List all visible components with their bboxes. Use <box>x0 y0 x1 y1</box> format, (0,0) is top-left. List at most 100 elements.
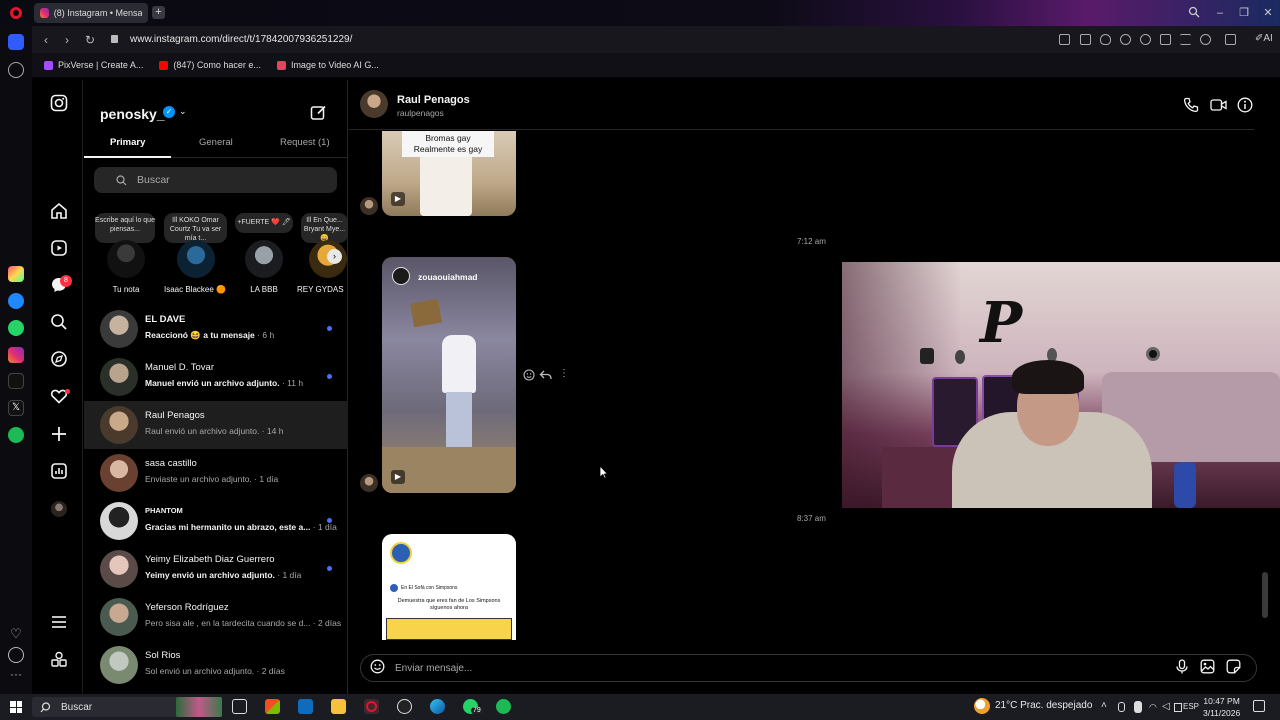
home-speed-dial-icon[interactable] <box>8 34 24 50</box>
conversation-item-selected[interactable]: Raul Penagos Raul envió un archivo adjun… <box>84 401 348 449</box>
reply-icon[interactable] <box>539 369 552 381</box>
taskbar-search[interactable]: Buscar <box>32 697 222 717</box>
create-icon[interactable] <box>50 425 70 445</box>
play-icon[interactable] <box>1120 34 1131 45</box>
story-avatar[interactable] <box>245 240 283 278</box>
shared-reel[interactable]: zouaouiahmad ▶ <box>382 257 516 493</box>
note-bubble[interactable]: Ill KOKO Omar Courtz Tu va ser mía t... <box>164 213 227 243</box>
note-bubble[interactable]: Ill En Que... Bryant Mye... 😄 <box>301 213 348 243</box>
chat-avatar[interactable] <box>360 90 388 118</box>
new-tab-button[interactable]: + <box>152 6 165 19</box>
shared-reel[interactable]: Bromas gay Realmente es gay ▶ <box>382 131 516 216</box>
history-icon[interactable] <box>8 647 24 663</box>
sticker-icon[interactable] <box>1226 659 1241 674</box>
notifications-icon[interactable] <box>1253 700 1265 712</box>
tray-recording-icon[interactable] <box>1134 701 1142 713</box>
task-view-icon[interactable] <box>232 699 247 714</box>
spotify-taskbar-icon[interactable] <box>496 699 511 714</box>
chat-contact-name[interactable]: Raul Penagos <box>397 94 470 106</box>
conversation-item[interactable]: Yeimy Elizabeth Diaz Guerrero Yeimy envi… <box>84 545 348 593</box>
system-clock[interactable]: 10:47 PM 3/11/2026 <box>1203 695 1240 719</box>
whatsapp-icon[interactable] <box>8 320 24 336</box>
microphone-icon[interactable] <box>1175 659 1189 674</box>
conversation-item[interactable]: EL DAVE Reaccionó 😆 a tu mensaje · 6 h <box>84 305 348 353</box>
more-menu-icon[interactable] <box>50 613 70 633</box>
tab-requests[interactable]: Request (1) <box>280 137 330 148</box>
ai-button[interactable]: ✐AI <box>1255 33 1273 44</box>
more-options-icon[interactable]: ⋮ <box>559 369 569 379</box>
image-upload-icon[interactable] <box>1200 659 1215 674</box>
search-icon[interactable] <box>50 313 70 333</box>
shield-icon[interactable] <box>1100 34 1111 45</box>
bookmark-image-to-video[interactable]: Image to Video AI G... <box>276 60 379 70</box>
explore-icon[interactable] <box>50 350 70 370</box>
reload-button[interactable]: ↻ <box>83 33 97 47</box>
edge-icon[interactable] <box>430 699 445 714</box>
note-bubble[interactable]: +FUERTE ❤️ 🖊 <box>235 213 293 233</box>
tiktok-icon[interactable] <box>8 373 24 389</box>
shared-post[interactable]: En El Sofá con Simpsons Demuestra que er… <box>382 534 516 640</box>
conversation-item[interactable]: Yeferson Rodríguez Pero sisa ale , en la… <box>84 593 348 641</box>
language-indicator[interactable]: ESP <box>1183 702 1199 711</box>
opera-addon-icon[interactable] <box>8 266 24 282</box>
react-icon[interactable] <box>523 369 535 381</box>
conversation-item[interactable]: Manuel D. Tovar Manuel envió un archivo … <box>84 353 348 401</box>
instagram-icon[interactable] <box>8 347 24 363</box>
profile-avatar[interactable] <box>51 501 67 517</box>
heart-icon[interactable] <box>1140 34 1151 45</box>
story-avatar[interactable] <box>107 240 145 278</box>
battery-icon[interactable] <box>1174 703 1182 712</box>
forward-button[interactable]: › <box>60 33 74 47</box>
opera-logo-icon[interactable] <box>10 7 22 19</box>
extension-icon[interactable] <box>1225 34 1236 45</box>
more-icon[interactable]: ··· <box>8 668 24 684</box>
edit-icon[interactable] <box>1059 34 1070 45</box>
start-button-icon[interactable] <box>10 701 22 713</box>
message-input[interactable]: Enviar mensaje... <box>360 654 1257 682</box>
bookmark-pixverse[interactable]: PixVerse | Create A... <box>44 60 143 70</box>
new-message-icon[interactable] <box>310 104 327 121</box>
show-hidden-icons[interactable]: ˄ <box>1101 700 1107 711</box>
conversation-item[interactable]: PHANTOM Gracias mi hermanito un abrazo, … <box>84 497 348 545</box>
home-icon[interactable] <box>50 202 70 222</box>
also-from-meta-icon[interactable] <box>50 651 70 671</box>
opera-taskbar-icon[interactable] <box>364 699 379 714</box>
outlook-icon[interactable] <box>298 699 313 714</box>
tab-general[interactable]: General <box>199 137 233 148</box>
chevron-down-icon[interactable]: ⌄ <box>179 106 187 117</box>
heart-sidebar-icon[interactable]: ♡ <box>8 626 24 642</box>
x-twitter-icon[interactable]: 𝕏 <box>8 400 24 416</box>
volume-icon[interactable]: ◁ <box>1162 701 1170 712</box>
search-tabs-icon[interactable] <box>1188 6 1202 20</box>
emoji-icon[interactable] <box>370 659 385 674</box>
phone-call-icon[interactable] <box>1183 97 1199 113</box>
dashboard-icon[interactable] <box>50 462 70 482</box>
microsoft-store-icon[interactable] <box>265 699 280 714</box>
weather-text[interactable]: 21°C Prac. despejado <box>995 700 1092 711</box>
minimize-button[interactable]: – <box>1213 6 1227 20</box>
download-icon[interactable] <box>1160 34 1171 45</box>
reels-icon[interactable] <box>50 239 70 259</box>
info-icon[interactable] <box>1237 97 1253 113</box>
story-avatar[interactable] <box>177 240 215 278</box>
conversation-item[interactable]: sasa castillo Enviaste un archivo adjunt… <box>84 449 348 497</box>
file-explorer-icon[interactable] <box>331 699 346 714</box>
stories-next-button[interactable]: › <box>327 249 342 264</box>
star-icon[interactable] <box>8 62 24 78</box>
tab-primary[interactable]: Primary <box>110 137 145 148</box>
spotify-icon[interactable] <box>8 427 24 443</box>
close-window-button[interactable]: ✕ <box>1261 6 1275 20</box>
conversation-item[interactable]: Sol Rios Sol envió un archivo adjunto. ·… <box>84 641 348 689</box>
bookmark-youtube[interactable]: (847) Como hacer e... <box>159 60 261 70</box>
camera-icon[interactable] <box>1080 34 1091 45</box>
profile-icon[interactable] <box>1200 34 1211 45</box>
search-input[interactable]: Buscar <box>94 167 337 193</box>
back-button[interactable]: ‹ <box>39 33 53 47</box>
chat-scrollbar[interactable] <box>1262 572 1268 618</box>
url-field[interactable]: www.instagram.com/direct/t/1784200793625… <box>130 34 352 45</box>
note-bubble[interactable]: Escribe aquí lo que piensas... <box>95 213 155 243</box>
browser-tab-instagram[interactable]: (8) Instagram • Mensajes <box>34 3 148 23</box>
instagram-logo-icon[interactable] <box>50 94 70 114</box>
account-switcher[interactable]: penosky_ <box>100 106 165 122</box>
tray-mic-icon[interactable] <box>1118 702 1125 712</box>
